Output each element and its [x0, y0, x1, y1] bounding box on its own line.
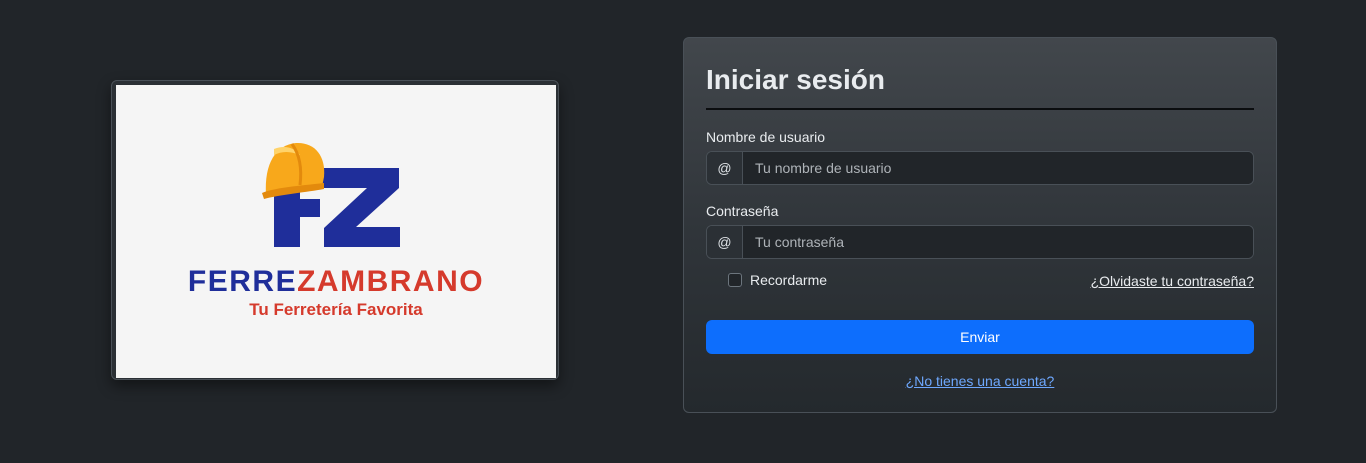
login-title: Iniciar sesión [706, 64, 885, 95]
remember-label[interactable]: Recordarme [750, 272, 827, 288]
brand-name-part2: ZAMBRANO [297, 265, 484, 298]
brand-name-part1: FERRE [188, 265, 297, 298]
title-divider [706, 108, 1254, 110]
username-input[interactable] [743, 152, 1253, 184]
username-input-group: @ [706, 151, 1254, 185]
logo-letter-z [324, 168, 400, 247]
at-sign-icon: @ [707, 152, 743, 184]
brand-logo: FERREZAMBRANO Tu Ferretería Favorita [116, 85, 556, 378]
remember-me: Recordarme [728, 272, 827, 288]
logo-graphic: FERREZAMBRANO Tu Ferretería Favorita [188, 142, 484, 319]
login-card: Iniciar sesión Nombre de usuario @ Contr… [683, 37, 1277, 413]
username-label: Nombre de usuario [706, 129, 826, 145]
brand-tagline: Tu Ferretería Favorita [249, 300, 423, 319]
password-input-group: @ [706, 225, 1254, 259]
password-label: Contraseña [706, 203, 779, 219]
register-link[interactable]: ¿No tienes una cuenta? [684, 372, 1276, 390]
logo-card: FERREZAMBRANO Tu Ferretería Favorita [111, 80, 559, 380]
forgot-password-link[interactable]: ¿Olvidaste tu contraseña? [1091, 272, 1254, 290]
login-page: FERREZAMBRANO Tu Ferretería Favorita Ini… [0, 0, 1366, 463]
submit-button[interactable]: Enviar [706, 320, 1254, 354]
at-sign-icon: @ [707, 226, 743, 258]
hard-hat-icon [262, 142, 325, 199]
password-input[interactable] [743, 226, 1253, 258]
remember-checkbox[interactable] [728, 273, 742, 287]
brand-name: FERREZAMBRANO [188, 265, 484, 298]
